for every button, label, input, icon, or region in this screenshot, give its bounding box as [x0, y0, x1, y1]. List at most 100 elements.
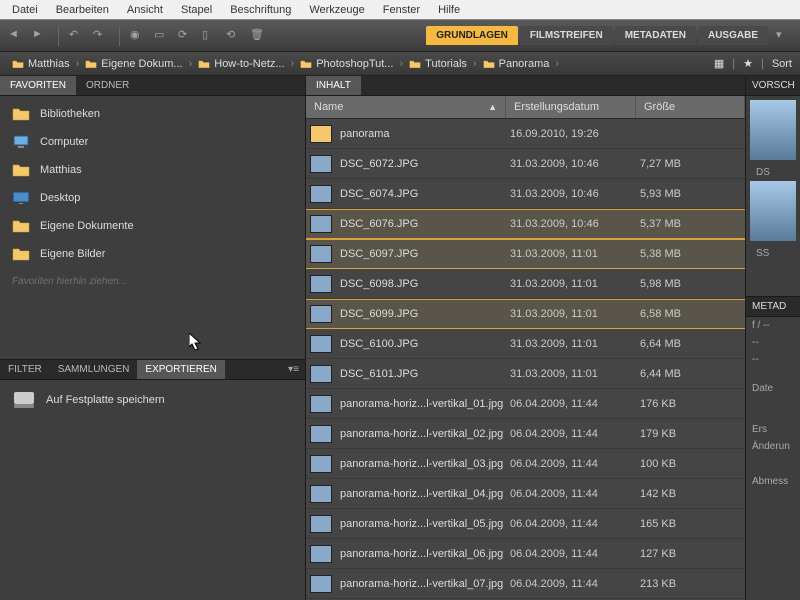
- folder-icon: [310, 125, 332, 143]
- file-row[interactable]: panorama-horiz...l-vertikal_05.jpg06.04.…: [306, 509, 745, 539]
- export-to-disk[interactable]: Auf Festplatte speichern: [0, 380, 305, 420]
- thumbnail: [310, 515, 332, 533]
- forward-icon[interactable]: ►: [32, 28, 48, 44]
- undo-icon[interactable]: ↶: [69, 28, 85, 44]
- breadcrumb-item[interactable]: Tutorials: [405, 58, 471, 70]
- menu-hilfe[interactable]: Hilfe: [430, 2, 468, 18]
- favorite-eigene-dokumente[interactable]: Eigene Dokumente: [0, 212, 305, 240]
- file-row[interactable]: DSC_6101.JPG31.03.2009, 11:016,44 MB: [306, 359, 745, 389]
- file-row[interactable]: DSC_6099.JPG31.03.2009, 11:016,58 MB: [306, 299, 745, 329]
- menu-fenster[interactable]: Fenster: [375, 2, 428, 18]
- menu-datei[interactable]: Datei: [4, 2, 46, 18]
- window-icon[interactable]: ▭: [154, 28, 170, 44]
- workspace-tab-filmstreifen[interactable]: FILMSTREIFEN: [520, 26, 613, 45]
- lower-panel-tabs: FILTER SAMMLUNGEN EXPORTIEREN ▾≡: [0, 359, 305, 380]
- tab-inhalt[interactable]: INHALT: [306, 76, 361, 95]
- file-size: 6,58 MB: [640, 308, 741, 320]
- chevron-right-icon[interactable]: ›: [399, 58, 403, 70]
- breadcrumb-item[interactable]: Eigene Dokum...: [81, 58, 186, 70]
- file-name: panorama-horiz...l-vertikal_04.jpg: [340, 488, 510, 500]
- column-date[interactable]: Erstellungsdatum: [506, 96, 636, 118]
- file-row[interactable]: DSC_6098.JPG31.03.2009, 11:015,98 MB: [306, 269, 745, 299]
- workspace-tab-metadaten[interactable]: METADATEN: [615, 26, 696, 45]
- preview-thumbnail[interactable]: [750, 100, 796, 160]
- back-icon[interactable]: ◄: [8, 28, 24, 44]
- favorite-computer[interactable]: Computer: [0, 128, 305, 156]
- menu-werkzeuge[interactable]: Werkzeuge: [301, 2, 372, 18]
- chevron-right-icon[interactable]: ›: [555, 58, 559, 70]
- dropdown-caret-icon[interactable]: ▾: [776, 28, 792, 44]
- sort-label[interactable]: Sort: [772, 58, 792, 70]
- menu-beschriftung[interactable]: Beschriftung: [222, 2, 299, 18]
- file-row[interactable]: panorama-horiz...l-vertikal_04.jpg06.04.…: [306, 479, 745, 509]
- chevron-right-icon[interactable]: ›: [473, 58, 477, 70]
- file-row[interactable]: panorama-horiz...l-vertikal_01.jpg06.04.…: [306, 389, 745, 419]
- file-row[interactable]: DSC_6072.JPG31.03.2009, 10:467,27 MB: [306, 149, 745, 179]
- file-row[interactable]: panorama-horiz...l-vertikal_03.jpg06.04.…: [306, 449, 745, 479]
- favorite-bibliotheken[interactable]: Bibliotheken: [0, 100, 305, 128]
- tab-ordner[interactable]: ORDNER: [76, 76, 139, 95]
- file-name: DSC_6076.JPG: [340, 218, 510, 230]
- favorite-desktop[interactable]: Desktop: [0, 184, 305, 212]
- workspace-tab-grundlagen[interactable]: GRUNDLAGEN: [426, 26, 518, 45]
- preview-panel-title: VORSCH: [746, 76, 800, 96]
- menu-ansicht[interactable]: Ansicht: [119, 2, 171, 18]
- favorite-eigene-bilder[interactable]: Eigene Bilder: [0, 240, 305, 268]
- star-filter-icon[interactable]: ★: [743, 57, 753, 70]
- file-date: 31.03.2009, 10:46: [510, 158, 640, 170]
- tab-sammlungen[interactable]: SAMMLUNGEN: [50, 360, 138, 379]
- file-row[interactable]: panorama-horiz...l-vertikal_02.jpg06.04.…: [306, 419, 745, 449]
- file-date: 06.04.2009, 11:44: [510, 458, 640, 470]
- trash-icon[interactable]: 🗑: [250, 28, 266, 44]
- file-size: 179 KB: [640, 428, 741, 440]
- camera-icon[interactable]: ◉: [130, 28, 146, 44]
- workspace-tab-ausgabe[interactable]: AUSGABE: [698, 26, 768, 45]
- file-date: 31.03.2009, 11:01: [510, 308, 640, 320]
- column-size[interactable]: Größe: [636, 96, 745, 118]
- file-date: 06.04.2009, 11:44: [510, 518, 640, 530]
- tab-favoriten[interactable]: FAVORITEN: [0, 76, 76, 95]
- breadcrumb-item[interactable]: How-to-Netz...: [194, 58, 288, 70]
- file-name: DSC_6099.JPG: [340, 308, 510, 320]
- folder-row[interactable]: panorama16.09.2010, 19:26: [306, 119, 745, 149]
- column-name[interactable]: Name ▲: [306, 96, 506, 118]
- breadcrumb-item[interactable]: PhotoshopTut...: [296, 58, 397, 70]
- breadcrumb-item[interactable]: Panorama: [479, 58, 554, 70]
- preview-thumbnail[interactable]: [750, 181, 796, 241]
- meta-label: Änderun: [746, 438, 800, 455]
- file-name: DSC_6072.JPG: [340, 158, 510, 170]
- file-row[interactable]: DSC_6076.JPG31.03.2009, 10:465,37 MB: [306, 209, 745, 239]
- file-row[interactable]: panorama-horiz...l-vertikal_07.jpg06.04.…: [306, 569, 745, 599]
- file-row[interactable]: DSC_6097.JPG31.03.2009, 11:015,38 MB: [306, 239, 745, 269]
- chevron-right-icon[interactable]: ›: [291, 58, 295, 70]
- redo-icon[interactable]: ↷: [93, 28, 109, 44]
- content-panel-header: INHALT: [306, 76, 745, 96]
- chevron-right-icon[interactable]: ›: [189, 58, 193, 70]
- document-icon[interactable]: ▯: [202, 28, 218, 44]
- folder-icon: [483, 58, 495, 70]
- file-row[interactable]: DSC_6074.JPG31.03.2009, 10:465,93 MB: [306, 179, 745, 209]
- tab-filter[interactable]: FILTER: [0, 360, 50, 379]
- preview-label: SS: [750, 245, 796, 262]
- file-size: 165 KB: [640, 518, 741, 530]
- tab-exportieren[interactable]: EXPORTIEREN: [137, 360, 225, 379]
- grid-view-icon[interactable]: ▦: [714, 57, 724, 70]
- breadcrumb-item[interactable]: Matthias: [8, 58, 74, 70]
- preview-label: DS: [750, 164, 796, 181]
- refresh-icon[interactable]: ⟳: [178, 28, 194, 44]
- menu-stapel[interactable]: Stapel: [173, 2, 220, 18]
- panel-menu-icon[interactable]: ▾≡: [288, 364, 299, 375]
- file-name: panorama-horiz...l-vertikal_05.jpg: [340, 518, 510, 530]
- file-size: 6,64 MB: [640, 338, 741, 350]
- menu-bearbeiten[interactable]: Bearbeiten: [48, 2, 117, 18]
- file-size: 5,38 MB: [640, 248, 741, 260]
- folder-icon: [300, 58, 312, 70]
- favorite-matthias[interactable]: Matthias: [0, 156, 305, 184]
- thumbnail: [310, 185, 332, 203]
- file-row[interactable]: panorama-horiz...l-vertikal_06.jpg06.04.…: [306, 539, 745, 569]
- rotate-icon[interactable]: ⟲: [226, 28, 242, 44]
- sort-asc-icon: ▲: [488, 102, 497, 112]
- file-row[interactable]: DSC_6100.JPG31.03.2009, 11:016,64 MB: [306, 329, 745, 359]
- chevron-right-icon[interactable]: ›: [76, 58, 80, 70]
- file-name: DSC_6101.JPG: [340, 368, 510, 380]
